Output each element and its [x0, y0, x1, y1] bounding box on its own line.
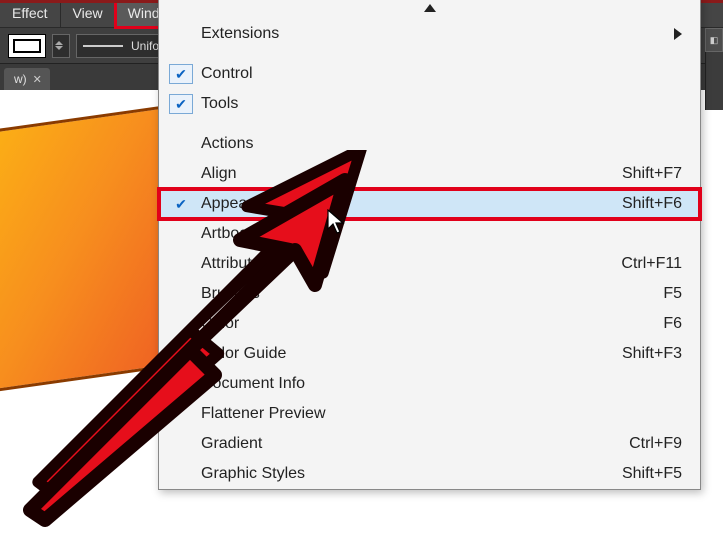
menu-item-actions[interactable]: Actions: [159, 129, 700, 159]
menu-item-brushes[interactable]: Brushes F5: [159, 279, 700, 309]
menu-item-label: Artboards: [201, 225, 682, 243]
menu-view[interactable]: View: [61, 0, 116, 27]
stroke-inner-icon: [13, 39, 41, 53]
checkmark-icon: ✔: [169, 94, 193, 114]
menu-item-graphic-styles[interactable]: Graphic Styles Shift+F5: [159, 459, 700, 489]
menu-item-label: Gradient: [201, 435, 629, 453]
menu-item-label: Brushes: [201, 285, 663, 303]
menu-item-label: Attributes: [201, 255, 621, 273]
menu-item-label: Tools: [201, 95, 682, 113]
checkmark-slot: [169, 284, 193, 304]
menu-item-label: Appearance: [201, 195, 622, 213]
checkmark-slot: [169, 434, 193, 454]
menu-item-color-guide[interactable]: Color Guide Shift+F3: [159, 339, 700, 369]
menu-item-shortcut: F5: [663, 285, 682, 303]
document-tab-label: w): [14, 72, 27, 86]
menu-item-label: Flattener Preview: [201, 405, 682, 423]
window-menu-dropdown: Extensions ✔ Control ✔ Tools Actions Ali…: [158, 0, 701, 490]
menu-item-align[interactable]: Align Shift+F7: [159, 159, 700, 189]
close-icon[interactable]: ✕: [33, 73, 42, 86]
checkmark-slot: [169, 24, 193, 44]
menu-effect[interactable]: Effect: [0, 0, 61, 27]
menu-item-shortcut: Shift+F3: [622, 345, 682, 363]
checkmark-slot: [169, 254, 193, 274]
menu-item-shortcut: Shift+F7: [622, 165, 682, 183]
menu-item-shortcut: Ctrl+F9: [629, 435, 682, 453]
checkmark-slot: [169, 404, 193, 424]
menu-item-flattener-preview[interactable]: Flattener Preview: [159, 399, 700, 429]
menu-item-label: Document Info: [201, 375, 682, 393]
checkmark-icon: ✔: [169, 64, 193, 84]
chevron-up-icon: [424, 4, 436, 12]
menu-item-shortcut: Ctrl+F11: [621, 255, 682, 273]
dock-panel-toggle[interactable]: ◧: [705, 28, 723, 52]
menu-item-label: Align: [201, 165, 622, 183]
menu-item-label: Control: [201, 65, 682, 83]
checkmark-slot: [169, 314, 193, 334]
menu-item-appearance[interactable]: ✔ Appearance Shift+F6: [159, 189, 700, 219]
menu-item-extensions[interactable]: Extensions: [159, 19, 700, 49]
menu-item-label: Actions: [201, 135, 682, 153]
stroke-swatch[interactable]: [8, 34, 46, 58]
checkmark-slot: [169, 464, 193, 484]
submenu-arrow-icon: [674, 28, 682, 40]
menu-item-label: Extensions: [201, 25, 674, 43]
checkmark-slot: [169, 164, 193, 184]
chevron-down-icon: [55, 46, 63, 50]
checkmark-icon: ✔: [169, 194, 193, 214]
checkmark-slot: [169, 224, 193, 244]
stroke-profile-preview-icon: [83, 45, 123, 47]
chevron-up-icon: [55, 41, 63, 45]
menu-item-tools[interactable]: ✔ Tools: [159, 89, 700, 119]
panel-icon: ◧: [710, 35, 719, 46]
menu-item-control[interactable]: ✔ Control: [159, 59, 700, 89]
stepper-arrows[interactable]: [53, 35, 65, 57]
menu-item-shortcut: Shift+F5: [622, 465, 682, 483]
checkmark-slot: [169, 134, 193, 154]
menu-item-shortcut: Shift+F6: [622, 195, 682, 213]
checkmark-slot: [169, 344, 193, 364]
menu-item-label: Graphic Styles: [201, 465, 622, 483]
document-tab[interactable]: w) ✕: [4, 68, 50, 90]
menu-item-document-info[interactable]: Document Info: [159, 369, 700, 399]
menu-item-gradient[interactable]: Gradient Ctrl+F9: [159, 429, 700, 459]
menu-item-shortcut: F6: [663, 315, 682, 333]
menu-item-label: Color Guide: [201, 345, 622, 363]
menu-item-label: Color: [201, 315, 663, 333]
stroke-weight-stepper[interactable]: [52, 34, 70, 58]
menu-item-artboards[interactable]: Artboards: [159, 219, 700, 249]
checkmark-slot: [169, 374, 193, 394]
menu-scroll-up[interactable]: [159, 0, 700, 19]
menu-item-attributes[interactable]: Attributes Ctrl+F11: [159, 249, 700, 279]
menu-item-color[interactable]: Color F6: [159, 309, 700, 339]
